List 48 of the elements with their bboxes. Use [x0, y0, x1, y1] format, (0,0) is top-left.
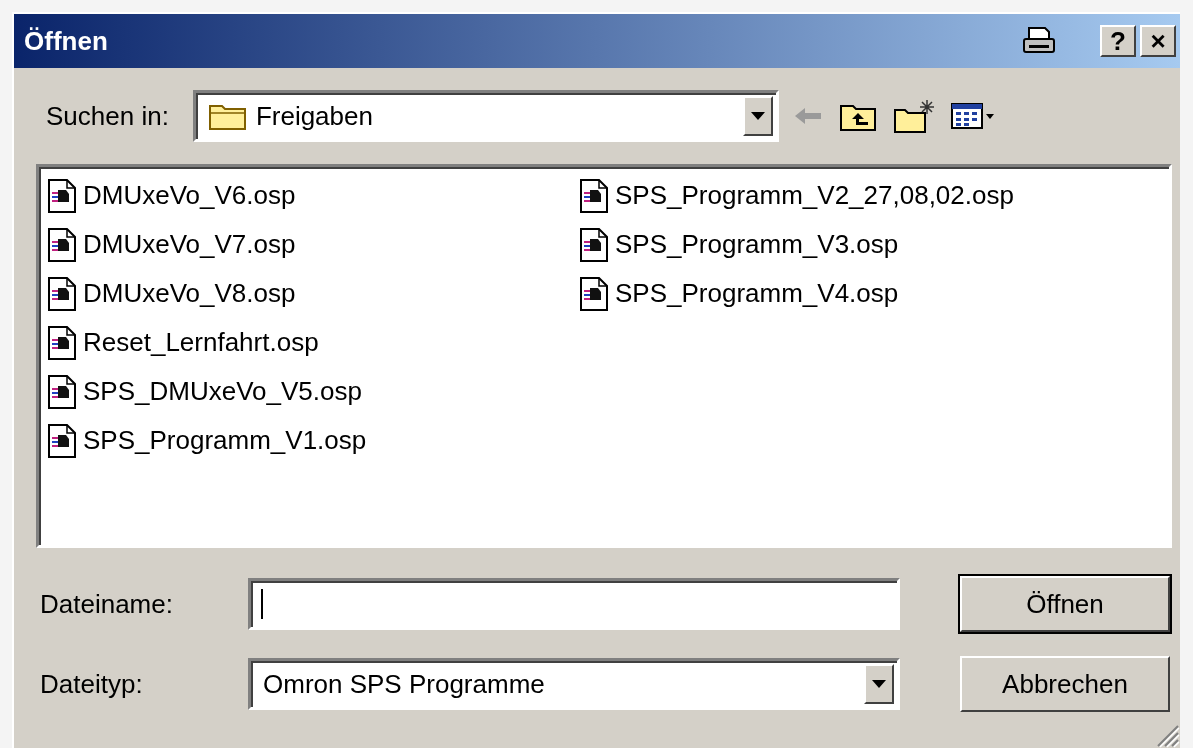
file-name: DMUxeVo_V6.osp	[83, 180, 296, 211]
help-button[interactable]: ?	[1100, 25, 1136, 57]
caret-icon	[750, 112, 765, 120]
file-name-field[interactable]	[248, 578, 900, 630]
view-menu-icon[interactable]	[950, 101, 995, 131]
file-type-dropdown[interactable]: Omron SPS Programme	[248, 658, 900, 710]
look-in-value: Freigaben	[255, 100, 374, 132]
file-name: DMUxeVo_V8.osp	[83, 278, 296, 309]
cancel-button[interactable]: Abbrechen	[960, 656, 1170, 712]
file-name: SPS_Programm_V2_27,08,02.osp	[615, 180, 1014, 211]
open-button[interactable]: Öffnen	[960, 576, 1170, 632]
file-name: SPS_Programm_V1.osp	[83, 425, 367, 456]
file-icon	[47, 276, 77, 311]
file-item[interactable]: SPS_Programm_V1.osp	[47, 416, 579, 465]
file-item[interactable]: DMUxeVo_V7.osp	[47, 220, 579, 269]
look-in-label: Suchen in:	[46, 100, 169, 132]
file-icon	[47, 374, 77, 409]
dropdown-button[interactable]	[864, 664, 894, 704]
file-icon	[47, 178, 77, 213]
file-icon	[579, 227, 609, 262]
file-icon	[579, 276, 609, 311]
file-item[interactable]: SPS_Programm_V4.osp	[579, 269, 1169, 318]
file-name: SPS_DMUxeVo_V5.osp	[83, 376, 362, 407]
new-folder-icon[interactable]	[892, 98, 935, 134]
file-name: Reset_Lernfahrt.osp	[83, 327, 319, 358]
text-cursor	[261, 589, 263, 619]
look-in-dropdown[interactable]: Freigaben	[192, 90, 779, 142]
file-name: SPS_Programm_V4.osp	[615, 278, 899, 309]
file-name: DMUxeVo_V7.osp	[83, 229, 296, 260]
file-icon	[47, 325, 77, 360]
file-name: SPS_Programm_V3.osp	[615, 229, 899, 260]
dropdown-button[interactable]	[742, 96, 773, 136]
file-item[interactable]: DMUxeVo_V8.osp	[47, 269, 579, 318]
file-icon	[47, 227, 77, 262]
file-type-label: Dateityp:	[40, 668, 144, 700]
close-button[interactable]: ×	[1140, 25, 1176, 57]
file-item[interactable]: SPS_Programm_V3.osp	[579, 220, 1169, 269]
file-item[interactable]: DMUxeVo_V6.osp	[47, 171, 579, 220]
caret-icon	[872, 680, 886, 688]
file-item[interactable]: SPS_DMUxeVo_V5.osp	[47, 367, 579, 416]
file-type-value: Omron SPS Programme	[263, 668, 546, 700]
window-title: Öffnen	[24, 25, 109, 57]
file-item[interactable]: Reset_Lernfahrt.osp	[47, 318, 579, 367]
file-item[interactable]: SPS_Programm_V2_27,08,02.osp	[579, 171, 1169, 220]
file-icon	[579, 178, 609, 213]
printer-icon[interactable]	[1022, 26, 1056, 56]
file-icon	[47, 423, 77, 458]
file-name-label: Dateiname:	[40, 588, 174, 620]
